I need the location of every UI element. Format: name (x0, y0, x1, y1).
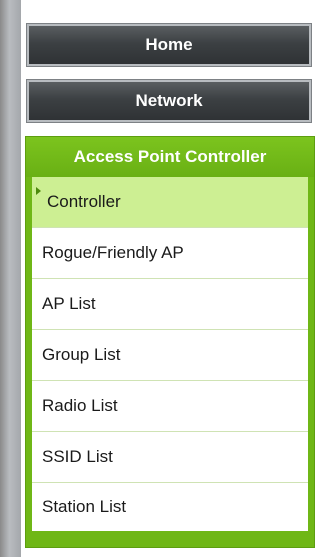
menu-item-rogue-friendly-ap[interactable]: Rogue/Friendly AP (32, 228, 308, 279)
network-button-label: Network (135, 91, 203, 110)
access-point-controller-panel: Access Point Controller Controller Rogue… (25, 136, 315, 548)
left-edge-strip (0, 0, 21, 557)
menu-item-label: Controller (47, 192, 121, 211)
arrow-right-icon (36, 187, 41, 195)
menu-item-label: Group List (42, 345, 121, 364)
menu-item-label: Radio List (42, 396, 118, 415)
menu-item-group-list[interactable]: Group List (32, 330, 308, 381)
menu-item-label: Station List (42, 497, 127, 516)
network-button[interactable]: Network (27, 80, 311, 122)
menu-item-controller[interactable]: Controller (32, 177, 308, 228)
ap-controller-menu: Controller Rogue/Friendly AP AP List Gro… (32, 177, 308, 531)
menu-item-station-list[interactable]: Station List (32, 483, 308, 531)
menu-item-label: Rogue/Friendly AP (42, 243, 184, 262)
menu-item-ap-list[interactable]: AP List (32, 279, 308, 330)
home-button[interactable]: Home (27, 24, 311, 66)
access-point-controller-title: Access Point Controller (73, 147, 267, 166)
home-button-label: Home (145, 35, 193, 54)
menu-item-label: AP List (42, 294, 96, 313)
menu-item-ssid-list[interactable]: SSID List (32, 432, 308, 483)
access-point-controller-header[interactable]: Access Point Controller (26, 137, 314, 177)
menu-item-label: SSID List (42, 447, 113, 466)
menu-item-radio-list[interactable]: Radio List (32, 381, 308, 432)
